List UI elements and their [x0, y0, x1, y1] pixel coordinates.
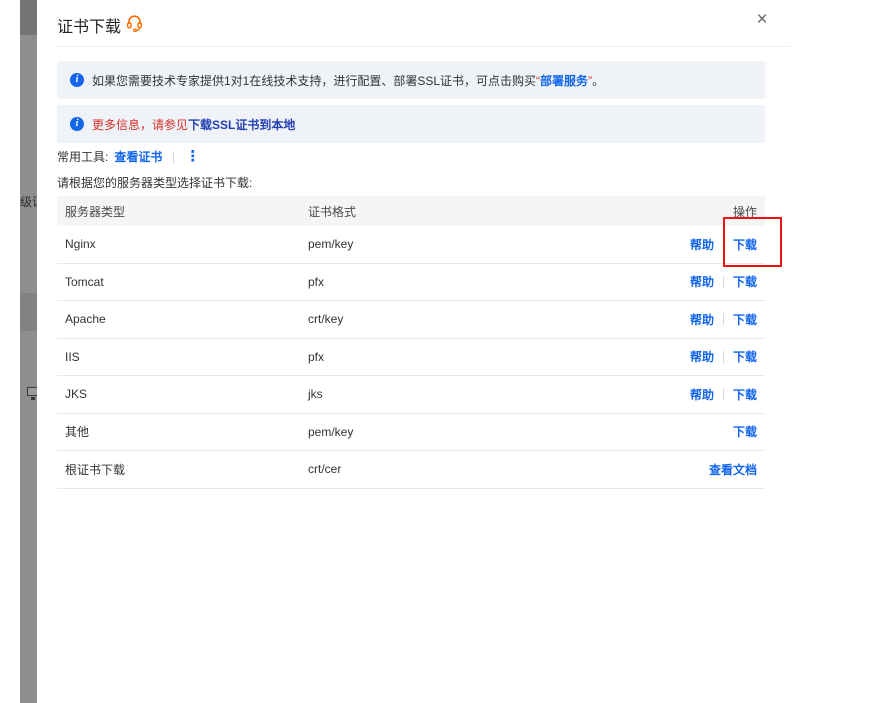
operation-cell: 下载 [733, 423, 765, 440]
common-tools-label: 常用工具: [57, 148, 108, 165]
page: 级证 证书下载 × i 如果您需要技术专家提供1对1在线技术支持，进行配置、部署… [0, 0, 890, 703]
download-link[interactable]: 下载 [733, 236, 757, 253]
action-divider [723, 276, 724, 288]
deploy-service-banner: i 如果您需要技术专家提供1对1在线技术支持，进行配置、部署SSL证书，可点击购… [57, 61, 765, 99]
certificate-table: 服务器类型 证书格式 操作 Nginxpem/key帮助下载Tomcatpfx帮… [57, 196, 765, 489]
background-clipped-text: 级证 [20, 193, 37, 210]
table-row: IISpfx帮助 下载 [57, 339, 765, 377]
download-link[interactable]: 下载 [733, 273, 757, 290]
close-icon[interactable]: × [750, 8, 774, 32]
info-icon: i [70, 73, 84, 87]
table-row: 根证书下载crt/cer查看文档 [57, 451, 765, 489]
server-type-cell: Tomcat [57, 275, 308, 289]
vertical-divider [173, 151, 174, 163]
header-server-type: 服务器类型 [57, 203, 308, 220]
operation-cell: 帮助 下载 [690, 386, 765, 403]
cert-format-cell: crt/cer [308, 462, 709, 476]
dialog-header: 证书下载 × [37, 0, 890, 46]
download-link[interactable]: 下载 [733, 423, 757, 440]
help-link[interactable]: 帮助 [690, 348, 714, 365]
header-divider [57, 46, 790, 47]
server-type-cell: 其他 [57, 423, 308, 440]
cert-format-cell: pfx [308, 350, 690, 364]
cert-format-cell: crt/key [308, 312, 690, 326]
deploy-service-link[interactable]: 部署服务 [540, 74, 588, 88]
download-link[interactable]: 下载 [733, 311, 757, 328]
action-divider [723, 388, 724, 400]
download-link[interactable]: 下载 [733, 348, 757, 365]
operation-cell: 帮助 下载 [690, 348, 765, 365]
background-button-block [20, 293, 37, 331]
more-info-banner: i 更多信息，请参见下载SSL证书到本地 [57, 105, 765, 143]
info-icon: i [70, 117, 84, 131]
action-divider [723, 351, 724, 363]
operation-cell: 查看文档 [709, 461, 765, 478]
table-intro-text: 请根据您的服务器类型选择证书下载: [57, 174, 252, 191]
cert-format-cell: pem/key [308, 425, 733, 439]
table-body: Nginxpem/key帮助下载Tomcatpfx帮助下载Apachecrt/k… [57, 226, 765, 489]
operation-cell: 帮助 下载 [690, 273, 765, 290]
table-row: Tomcatpfx帮助 下载 [57, 264, 765, 302]
operation-cell: 帮助 下载 [690, 236, 765, 253]
background-monitor-icon [27, 387, 37, 396]
table-header-row: 服务器类型 证书格式 操作 [57, 196, 765, 226]
table-row: Apachecrt/key帮助 下载 [57, 301, 765, 339]
server-type-cell: Nginx [57, 237, 308, 251]
cert-format-cell: jks [308, 387, 690, 401]
view-docs-link[interactable]: 查看文档 [709, 461, 757, 478]
headset-support-icon[interactable] [125, 13, 144, 32]
more-options-icon[interactable]: ⋮ [185, 151, 200, 163]
common-tools-row: 常用工具: 查看证书 ⋮ [57, 148, 200, 165]
server-type-cell: JKS [57, 387, 308, 401]
background-page-strip: 级证 [20, 0, 37, 703]
server-type-cell: Apache [57, 312, 308, 326]
help-link[interactable]: 帮助 [690, 311, 714, 328]
table-row: Nginxpem/key帮助 下载 [57, 226, 765, 264]
download-ssl-doc-link[interactable]: 下载SSL证书到本地 [188, 118, 295, 132]
dialog-title: 证书下载 [57, 13, 121, 37]
banner-text: 如果您需要技术专家提供1对1在线技术支持，进行配置、部署SSL证书，可点击购买“… [92, 72, 604, 89]
help-link[interactable]: 帮助 [690, 236, 714, 253]
banner-text: 更多信息，请参见下载SSL证书到本地 [92, 116, 295, 133]
certificate-download-dialog: 证书下载 × i 如果您需要技术专家提供1对1在线技术支持，进行配置、部署SSL… [37, 0, 890, 703]
view-certificate-link[interactable]: 查看证书 [114, 148, 162, 165]
action-divider [723, 238, 724, 250]
server-type-cell: IIS [57, 350, 308, 364]
header-operation: 操作 [733, 203, 765, 220]
action-divider [723, 313, 724, 325]
download-link[interactable]: 下载 [733, 386, 757, 403]
help-link[interactable]: 帮助 [690, 386, 714, 403]
cert-format-cell: pfx [308, 275, 690, 289]
server-type-cell: 根证书下载 [57, 461, 308, 478]
header-cert-format: 证书格式 [308, 203, 733, 220]
background-header-block [20, 0, 37, 35]
table-row: JKSjks帮助 下载 [57, 376, 765, 414]
cert-format-cell: pem/key [308, 237, 690, 251]
table-row: 其他pem/key下载 [57, 414, 765, 452]
operation-cell: 帮助 下载 [690, 311, 765, 328]
help-link[interactable]: 帮助 [690, 273, 714, 290]
